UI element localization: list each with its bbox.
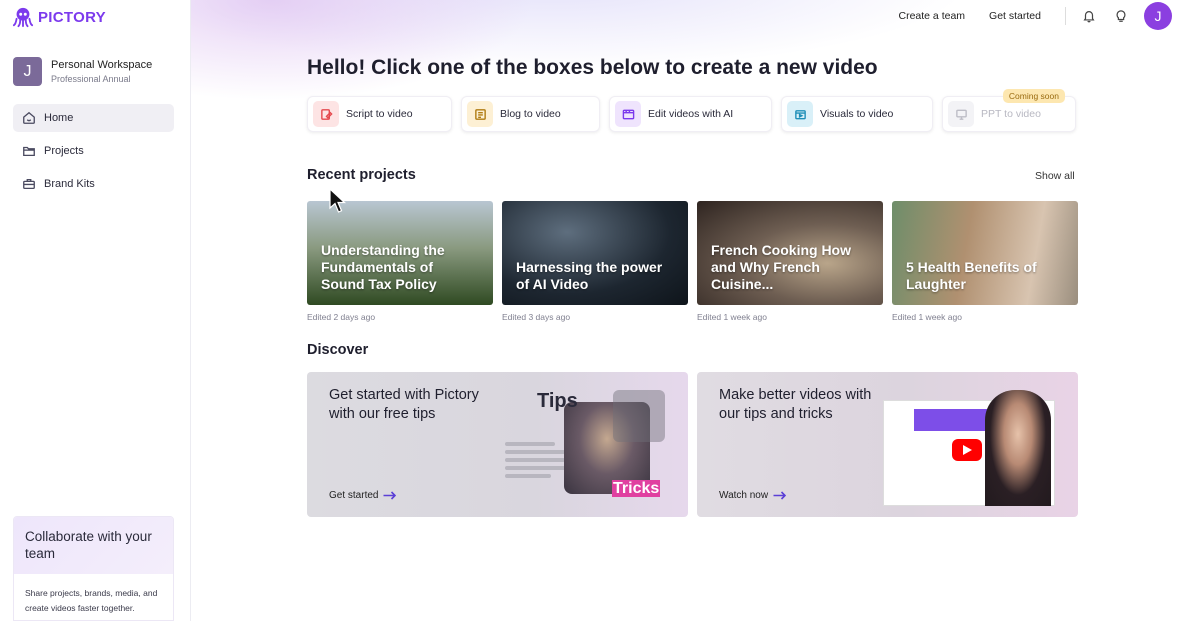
project-title: French Cooking How and Why French Cuisin… [711,242,851,292]
sidebar-nav: Home Projects Brand Kits [13,104,174,203]
coming-soon-badge: Coming soon [1002,89,1065,103]
collaborate-text: Share projects, brands, media, and creat… [25,588,158,613]
tricks-art-text: Tricks [612,480,661,497]
script-to-video-card[interactable]: Script to video [307,96,452,132]
folder-icon [23,146,35,157]
workspace-plan: Professional Annual [51,74,131,84]
card-label: Visuals to video [820,108,894,120]
sidebar-item-label: Brand Kits [44,178,95,190]
sidebar: PICTORY J Personal Workspace Professiona… [0,0,191,621]
project-card[interactable]: French Cooking How and Why French Cuisin… [697,201,883,322]
brand-name: PICTORY [38,8,106,26]
watch-now-link[interactable]: Watch now [719,490,787,501]
card-label: Script to video [346,108,413,120]
create-team-link[interactable]: Create a team [899,10,966,22]
mouse-cursor-icon [329,188,347,213]
briefcase-icon [23,178,35,190]
lightbulb-icon [1116,10,1126,22]
topbar: Create a team Get started J [899,0,1191,32]
card-label: PPT to video [981,108,1041,120]
discover-card-title: Get started with Pictory with our free t… [329,387,479,422]
workspace-avatar: J [13,57,42,86]
youtube-play-icon [952,439,982,461]
project-edited: Edited 1 week ago [697,312,767,322]
recent-projects-list: Understanding the Fundamentals of Sound … [307,201,1078,322]
presenter-image [985,390,1051,506]
discover-title: Discover [307,342,369,358]
project-thumbnail[interactable]: French Cooking How and Why French Cuisin… [697,201,883,305]
visuals-to-video-card[interactable]: Visuals to video [781,96,933,132]
project-edited: Edited 2 days ago [307,312,376,322]
divider [1065,7,1066,25]
project-thumbnail[interactable]: 5 Health Benefits of Laughter [892,201,1078,305]
project-edited: Edited 3 days ago [502,312,571,322]
edit-video-icon [615,101,641,127]
workspace-name: Personal Workspace [51,59,153,71]
sidebar-item-projects[interactable]: Projects [13,137,174,165]
card-label: Blog to video [500,108,561,120]
sidebar-item-label: Home [44,112,74,124]
project-card[interactable]: Harnessing the power of AI Video Edited … [502,201,688,322]
arrow-right-icon [773,491,787,500]
get-started-link[interactable]: Get started [989,10,1041,22]
project-card[interactable]: 5 Health Benefits of Laughter Edited 1 w… [892,201,1078,322]
recent-projects-title: Recent projects [307,167,416,183]
blog-to-video-card[interactable]: Blog to video [461,96,600,132]
collaborate-panel[interactable]: Collaborate with your team Share project… [13,516,174,621]
home-icon [23,111,35,124]
edit-videos-ai-card[interactable]: Edit videos with AI [609,96,772,132]
collaborate-title: Collaborate with your team [25,529,152,561]
discover-card-title: Make better videos with our tips and tri… [719,387,872,422]
project-title: Understanding the Fundamentals of Sound … [321,242,445,292]
project-thumbnail[interactable]: Understanding the Fundamentals of Sound … [307,201,493,305]
sidebar-item-home[interactable]: Home [13,104,174,132]
octopus-logo-icon [12,7,34,28]
blog-icon [467,101,493,127]
get-started-link[interactable]: Get started [329,490,397,501]
project-title: 5 Health Benefits of Laughter [906,259,1037,292]
notifications-button[interactable] [1080,7,1098,25]
bell-icon [1083,11,1095,23]
create-options: Script to video Blog to video Edit video… [307,89,1076,132]
ppt-to-video-card: PPT to video Coming soon [942,89,1076,132]
page-headline: Hello! Click one of the boxes below to c… [307,56,878,79]
visuals-icon [787,101,813,127]
project-edited: Edited 1 week ago [892,312,962,322]
discover-list: Get started with Pictory with our free t… [307,372,1078,517]
project-title: Harnessing the power of AI Video [516,259,663,292]
pictory-logo[interactable]: PICTORY [12,6,106,28]
tips-art-text: Tips [537,390,578,412]
workspace-switcher[interactable]: J Personal Workspace Professional Annual [13,57,152,86]
project-card[interactable]: Understanding the Fundamentals of Sound … [307,201,493,322]
arrow-right-icon [383,491,397,500]
discover-card-videos[interactable]: Make better videos with our tips and tri… [697,372,1078,517]
ppt-icon [948,101,974,127]
user-avatar[interactable]: J [1144,2,1172,30]
decorative-box [613,390,665,442]
ideas-button[interactable] [1112,7,1130,25]
card-label: Edit videos with AI [648,108,734,120]
show-all-link[interactable]: Show all [1035,170,1075,182]
discover-card-tips[interactable]: Get started with Pictory with our free t… [307,372,688,517]
sidebar-item-label: Projects [44,145,84,157]
project-thumbnail[interactable]: Harnessing the power of AI Video [502,201,688,305]
script-icon [313,101,339,127]
sidebar-item-brand-kits[interactable]: Brand Kits [13,170,174,198]
